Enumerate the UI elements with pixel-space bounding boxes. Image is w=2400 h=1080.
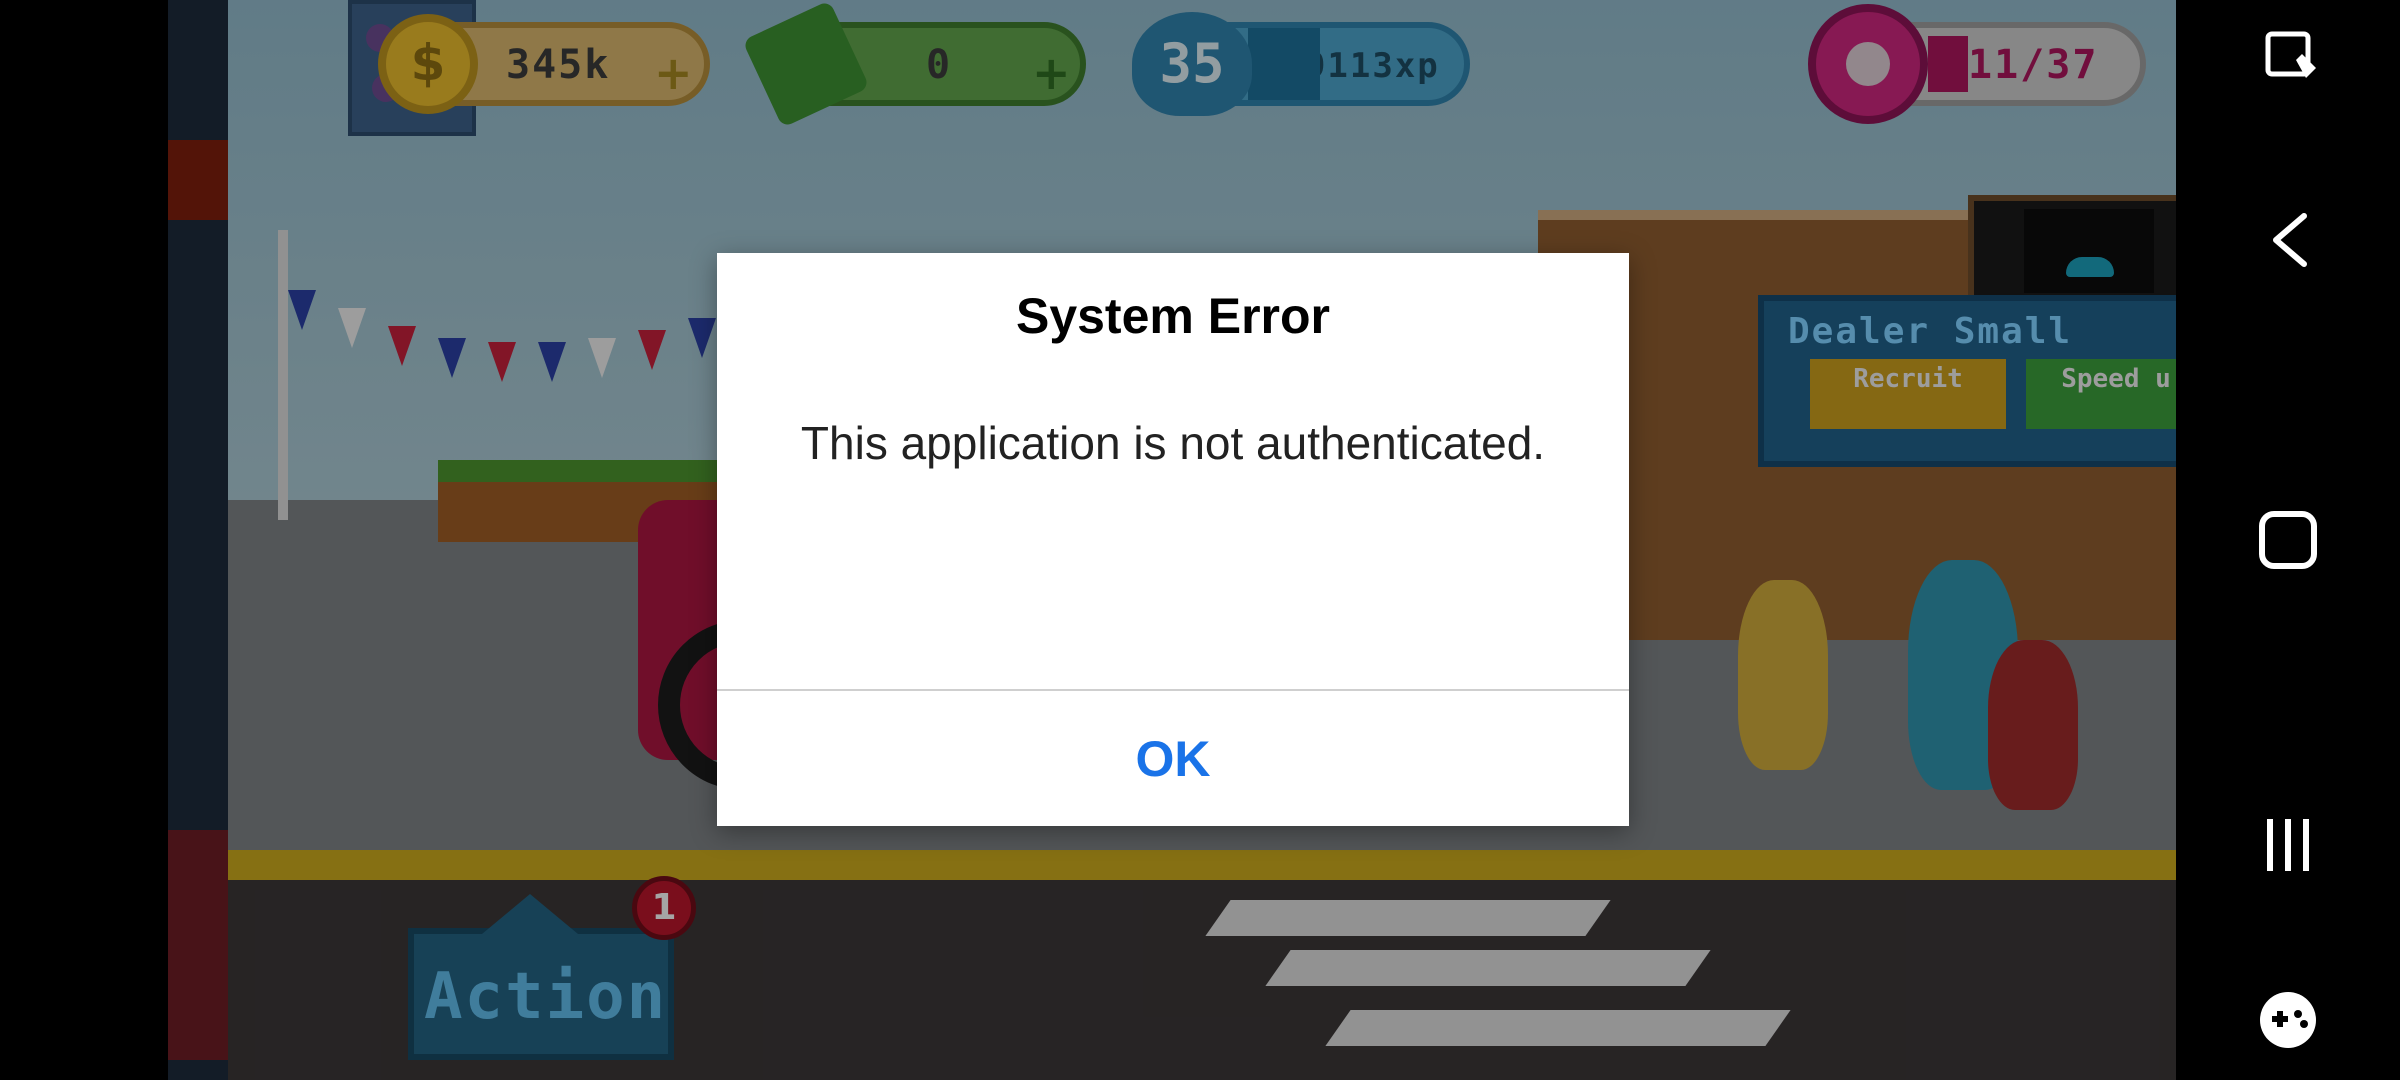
home-icon[interactable] bbox=[2176, 490, 2400, 590]
game-tools-icon[interactable] bbox=[2176, 970, 2400, 1070]
recent-apps-icon[interactable] bbox=[2176, 795, 2400, 895]
back-icon[interactable] bbox=[2176, 190, 2400, 290]
ok-button[interactable]: OK bbox=[717, 691, 1629, 826]
error-dialog: System Error This application is not aut… bbox=[717, 253, 1629, 826]
dialog-title: System Error bbox=[1015, 288, 1331, 344]
touch-lock-icon[interactable] bbox=[2176, 10, 2400, 110]
android-nav-bar bbox=[2176, 0, 2400, 1080]
dialog-message: This application is not authenticated. bbox=[800, 417, 1546, 469]
